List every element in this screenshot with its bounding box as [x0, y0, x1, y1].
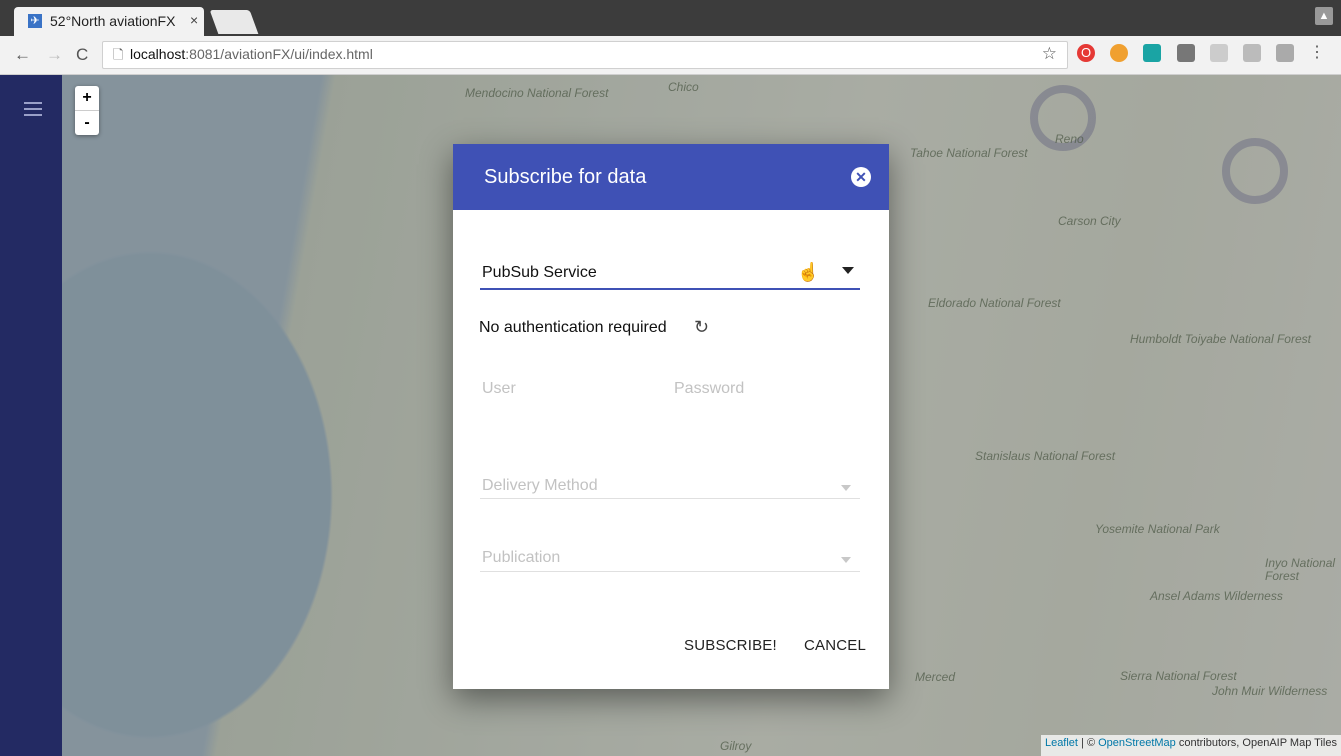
- browser-tab-bar: ✈ 52°North aviationFX × ▲: [0, 0, 1341, 36]
- extension-icon[interactable]: [1210, 44, 1228, 62]
- back-button[interactable]: ←: [14, 45, 31, 65]
- opera-extension-icon[interactable]: O: [1077, 44, 1095, 62]
- delivery-method-select[interactable]: Delivery Method: [482, 477, 598, 495]
- profile-icon[interactable]: ▲: [1315, 7, 1333, 25]
- new-tab-button[interactable]: [209, 10, 259, 34]
- auth-status: No authentication required: [479, 319, 667, 336]
- favicon-icon: ✈: [28, 14, 42, 28]
- url-text: localhost:8081/aviationFX/ui/index.html: [130, 46, 373, 62]
- service-select-value: PubSub Service: [482, 264, 597, 281]
- cancel-button[interactable]: CANCEL: [804, 637, 866, 654]
- extension-icon[interactable]: [1276, 44, 1294, 62]
- dropdown-arrow-icon[interactable]: [842, 267, 854, 274]
- osm-link[interactable]: OpenStreetMap: [1098, 737, 1176, 749]
- map-attribution: Leaflet | © OpenStreetMap contributors, …: [1040, 735, 1341, 756]
- tab-close-button[interactable]: ×: [190, 12, 198, 28]
- close-icon[interactable]: ✕: [851, 167, 871, 187]
- zoom-in-button[interactable]: +: [75, 86, 99, 111]
- hamburger-menu-icon[interactable]: [24, 102, 42, 120]
- publication-select[interactable]: Publication: [482, 549, 560, 567]
- publication-underline: [480, 571, 860, 572]
- refresh-icon[interactable]: ↻: [694, 317, 709, 338]
- reload-button[interactable]: C: [76, 45, 88, 65]
- subscribe-dialog: Subscribe for data ✕ PubSub Service ☝ No…: [453, 144, 889, 689]
- forward-button[interactable]: →: [46, 45, 63, 65]
- dropdown-arrow-icon[interactable]: [841, 557, 851, 563]
- user-field[interactable]: User: [482, 380, 516, 398]
- leaflet-link[interactable]: Leaflet: [1045, 737, 1078, 749]
- delivery-underline: [480, 498, 860, 499]
- zoom-out-button[interactable]: -: [75, 111, 99, 135]
- extension-icon[interactable]: [1143, 44, 1161, 62]
- page-icon: 🗋: [113, 47, 124, 62]
- password-field[interactable]: Password: [674, 380, 744, 398]
- subscribe-button[interactable]: SUBSCRIBE!: [684, 637, 777, 654]
- extension-icon[interactable]: [1243, 44, 1261, 62]
- browser-tab[interactable]: ✈ 52°North aviationFX ×: [14, 7, 204, 36]
- menu-icon[interactable]: ⋮: [1308, 44, 1326, 62]
- tab-title: 52°North aviationFX: [50, 13, 176, 29]
- browser-toolbar: ← → C 🗋 localhost:8081/aviationFX/ui/ind…: [0, 36, 1341, 75]
- address-bar[interactable]: 🗋 localhost:8081/aviationFX/ui/index.htm…: [102, 41, 1068, 69]
- dialog-header: Subscribe for data ✕: [453, 144, 889, 210]
- cookie-extension-icon[interactable]: [1110, 44, 1128, 62]
- service-select[interactable]: PubSub Service ☝: [480, 262, 860, 290]
- hand-cursor-icon: ☝: [797, 262, 820, 282]
- zoom-control: + -: [75, 86, 99, 135]
- dialog-title: Subscribe for data: [484, 166, 647, 188]
- sidebar: [0, 75, 62, 756]
- extension-icon[interactable]: [1177, 44, 1195, 62]
- bookmark-star-icon[interactable]: ☆: [1042, 44, 1057, 64]
- dropdown-arrow-icon[interactable]: [841, 485, 851, 491]
